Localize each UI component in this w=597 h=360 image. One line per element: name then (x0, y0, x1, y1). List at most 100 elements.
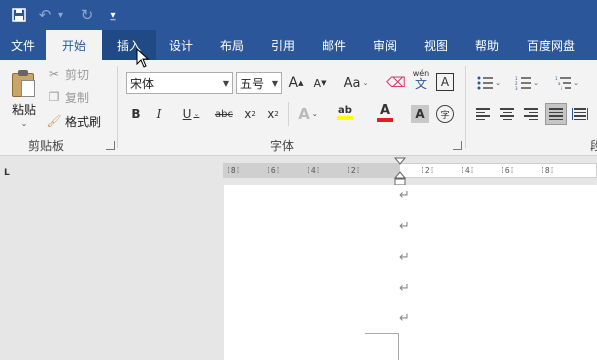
italic-glyph: I (156, 107, 162, 121)
font-name-value: 宋体 (130, 76, 155, 91)
font-size-value: 五号 (240, 76, 265, 91)
align-right-icon (524, 108, 538, 120)
italic-button[interactable]: I (151, 104, 167, 124)
document-page[interactable] (224, 185, 597, 360)
tab-home[interactable]: 开始 (46, 30, 102, 60)
paragraph-mark: ↵ (399, 281, 410, 296)
scissors-icon: ✂ (48, 67, 60, 81)
font-color-bar (377, 117, 393, 122)
highlight-glyph: ab (338, 104, 352, 116)
chevron-down-icon[interactable]: ▼ (223, 79, 229, 88)
format-painter-label: 格式刷 (65, 114, 102, 129)
bold-button[interactable]: B (128, 104, 144, 124)
enclose-characters-button[interactable]: 字 (436, 105, 454, 123)
ruler-tick: ⁞2⁞ (420, 166, 435, 175)
highlight-button[interactable]: ab (330, 102, 360, 122)
horizontal-ruler[interactable]: ⁞8⁞ ⁞6⁞ ⁞4⁞ ⁞2⁞ ⁞2⁞ ⁞4⁞ ⁞6⁞ ⁞8⁞ (223, 163, 597, 178)
copy-label: 复制 (65, 90, 90, 105)
ruler-tick: ⁞6⁞ (500, 166, 515, 175)
save-icon[interactable] (6, 3, 32, 27)
ruler-tick: ⁞8⁞ (226, 166, 241, 175)
tab-baidu-netdisk[interactable]: 百度网盘 (512, 30, 590, 60)
numbering-button[interactable]: 123 ⌄ (512, 73, 542, 93)
font-launcher-icon[interactable] (453, 141, 462, 150)
phonetic-guide-button[interactable]: wén 文 (410, 69, 432, 90)
tab-help[interactable]: 帮助 (462, 30, 512, 60)
divider (288, 102, 289, 126)
change-case-button[interactable]: Aa ⌄ (339, 73, 373, 93)
clear-formatting-icon[interactable]: ⌫ (386, 73, 406, 93)
tab-view[interactable]: 视图 (410, 30, 462, 60)
character-shading-glyph: A (415, 107, 425, 121)
character-border-button[interactable]: A (436, 73, 454, 91)
tab-review[interactable]: 审阅 (360, 30, 410, 60)
customize-icon[interactable]: ▾̲ (100, 3, 126, 27)
paste-label: 粘贴 (11, 103, 36, 117)
chevron-down-icon[interactable]: ▼ (272, 79, 278, 88)
copy-button[interactable]: ❐ 复制 (46, 87, 89, 107)
align-center-button[interactable] (498, 104, 516, 124)
subscript-glyph: x (244, 107, 252, 121)
paintbrush-icon: 🖌 (46, 114, 62, 128)
bullets-button[interactable]: ⌄ (474, 73, 504, 93)
ruler-tick: ⁞4⁞ (460, 166, 475, 175)
cut-button[interactable]: ✂ 剪切 (46, 64, 89, 84)
distributed-icon (572, 108, 588, 120)
copy-icon: ❐ (48, 90, 60, 104)
tab-file[interactable]: 文件 (0, 30, 46, 60)
redo-icon[interactable]: ↻ (74, 3, 100, 27)
chevron-down-icon: ⌄ (20, 119, 28, 128)
underline-button[interactable]: U ⌄ (176, 104, 206, 124)
character-shading-button[interactable]: A (411, 105, 429, 123)
paragraph-mark: ↵ (399, 311, 410, 326)
clipboard-launcher-icon[interactable] (106, 141, 115, 150)
tab-stop-selector[interactable]: L (4, 168, 10, 178)
format-painter-button[interactable]: 🖌 格式刷 (46, 111, 101, 131)
superscript-glyph: x (267, 107, 275, 121)
font-color-button[interactable]: A (370, 102, 400, 122)
undo-icon[interactable]: ↶ (32, 3, 58, 27)
paragraph-mark: ↵ (399, 219, 410, 234)
font-size-box[interactable]: 五号 ▼ (236, 72, 282, 94)
justify-icon (549, 108, 563, 120)
multilevel-list-icon: 1ai (555, 76, 572, 90)
paragraph-mark: ↵ (399, 250, 410, 265)
subscript-button[interactable]: x2 (241, 104, 259, 124)
undo-dropdown-icon[interactable]: ▾ (58, 10, 74, 21)
bullets-icon (477, 76, 494, 90)
multilevel-list-button[interactable]: 1ai ⌄ (552, 73, 582, 93)
ribbon-tabs: 文件 开始 插入 设计 布局 引用 邮件 审阅 视图 帮助 百度网盘 (0, 30, 597, 60)
grow-font-glyph: A (288, 75, 299, 91)
tab-layout[interactable]: 布局 (206, 30, 258, 60)
paste-icon (12, 70, 36, 98)
indent-marker-icon[interactable] (394, 157, 406, 187)
paragraph-mark: ↵ (399, 188, 410, 203)
text-effects-button[interactable]: A ⌄ (294, 104, 322, 124)
align-left-icon (476, 108, 490, 120)
superscript-button[interactable]: x2 (264, 104, 282, 124)
ruler-tick: ⁞2⁞ (346, 166, 361, 175)
group-divider (465, 66, 466, 148)
cut-label: 剪切 (65, 67, 90, 82)
strikethrough-button[interactable]: abc (213, 104, 235, 124)
tab-design[interactable]: 设计 (156, 30, 206, 60)
justify-button[interactable] (545, 103, 567, 125)
tab-references[interactable]: 引用 (258, 30, 308, 60)
shrink-font-glyph: A (313, 76, 322, 90)
character-border-glyph: A (440, 75, 450, 89)
font-name-box[interactable]: 宋体 ▼ (126, 72, 233, 94)
ruler-tick: ⁞4⁞ (306, 166, 321, 175)
highlight-color-bar (337, 115, 353, 120)
align-left-button[interactable] (474, 104, 492, 124)
font-color-glyph: A (379, 102, 391, 118)
mouse-cursor-icon (136, 48, 150, 68)
align-right-button[interactable] (522, 104, 540, 124)
clipboard-group-label: 剪贴板 (28, 139, 65, 153)
paste-button[interactable]: 粘贴 ⌄ (6, 66, 42, 132)
tab-mailings[interactable]: 邮件 (308, 30, 360, 60)
grow-font-button[interactable]: A ▲ (287, 73, 305, 93)
change-case-glyph: Aa (343, 75, 361, 91)
distributed-button[interactable] (571, 104, 589, 124)
shrink-font-button[interactable]: A ▼ (311, 73, 329, 93)
quick-access-toolbar: ↶ ▾ ↻ ▾̲ (0, 0, 597, 30)
